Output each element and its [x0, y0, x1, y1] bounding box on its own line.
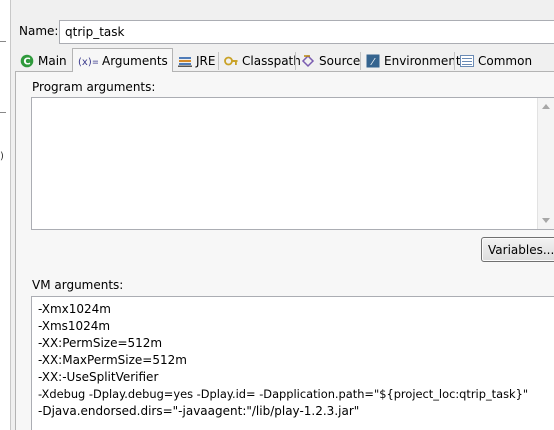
- name-field[interactable]: [59, 20, 554, 44]
- tree-connector-line: [0, 41, 6, 42]
- program-arguments-scrollbar[interactable]: [537, 98, 554, 229]
- tab-label: JRE: [196, 54, 216, 68]
- program-arguments-label: Program arguments:: [32, 80, 156, 94]
- tab-label: Arguments: [102, 54, 168, 68]
- vm-argument-line: -Xdebug -Dplay.debug=yes -Dplay.id= -Dap…: [38, 387, 529, 401]
- source-icon: [301, 54, 315, 68]
- name-label: Name:: [19, 24, 59, 38]
- vm-argument-line: -Djava.endorsed.dirs="-javaagent:"/lib/p…: [38, 404, 360, 418]
- tab-environment[interactable]: ⁄ Environment: [361, 50, 461, 72]
- tab-label: Source: [319, 54, 361, 68]
- vm-arguments-field[interactable]: -Xmx1024m -Xms1024m -XX:PermSize=512m -X…: [31, 296, 554, 430]
- vm-argument-line: -Xmx1024m: [38, 302, 111, 316]
- program-arguments-field[interactable]: [31, 97, 554, 230]
- arguments-icon: (x)=: [78, 57, 98, 68]
- environment-icon: ⁄: [366, 54, 380, 68]
- tab-label: Environment: [384, 54, 461, 68]
- scroll-down-icon[interactable]: [542, 218, 550, 223]
- truncated-text: ): [0, 151, 4, 162]
- tab-common[interactable]: Common: [455, 50, 537, 72]
- variables-button[interactable]: Variables...: [481, 237, 554, 262]
- common-icon: [460, 55, 474, 67]
- tab-source[interactable]: Source: [296, 50, 360, 72]
- vm-argument-line: -XX:PermSize=512m: [38, 336, 163, 350]
- tab-jre[interactable]: JRE: [173, 50, 217, 72]
- jre-icon: [178, 57, 192, 67]
- classpath-icon: [224, 56, 238, 66]
- vm-argument-line: -XX:-UseSplitVerifier: [38, 370, 159, 384]
- vm-argument-line: -XX:MaxPermSize=512m: [38, 353, 187, 367]
- tab-label: Common: [478, 54, 533, 68]
- tab-arguments[interactable]: (x)= Arguments: [72, 48, 173, 73]
- tab-main[interactable]: C Main: [15, 50, 71, 72]
- main-c-icon: C: [20, 54, 34, 68]
- tab-label: Classpath: [242, 54, 301, 68]
- vm-arguments-label: VM arguments:: [32, 278, 124, 292]
- tree-connector-line: [0, 112, 6, 113]
- tab-label: Main: [38, 54, 67, 68]
- svg-text:C: C: [23, 57, 30, 68]
- launch-config-tabs: C Main (x)= Arguments JRE Classpath Sour…: [15, 48, 554, 73]
- scroll-up-icon[interactable]: [542, 104, 550, 109]
- left-panel-edge: ): [0, 0, 11, 430]
- svg-text:(x)=: (x)=: [78, 57, 98, 68]
- tab-classpath[interactable]: Classpath: [219, 50, 301, 72]
- vm-argument-line: -Xms1024m: [38, 319, 111, 333]
